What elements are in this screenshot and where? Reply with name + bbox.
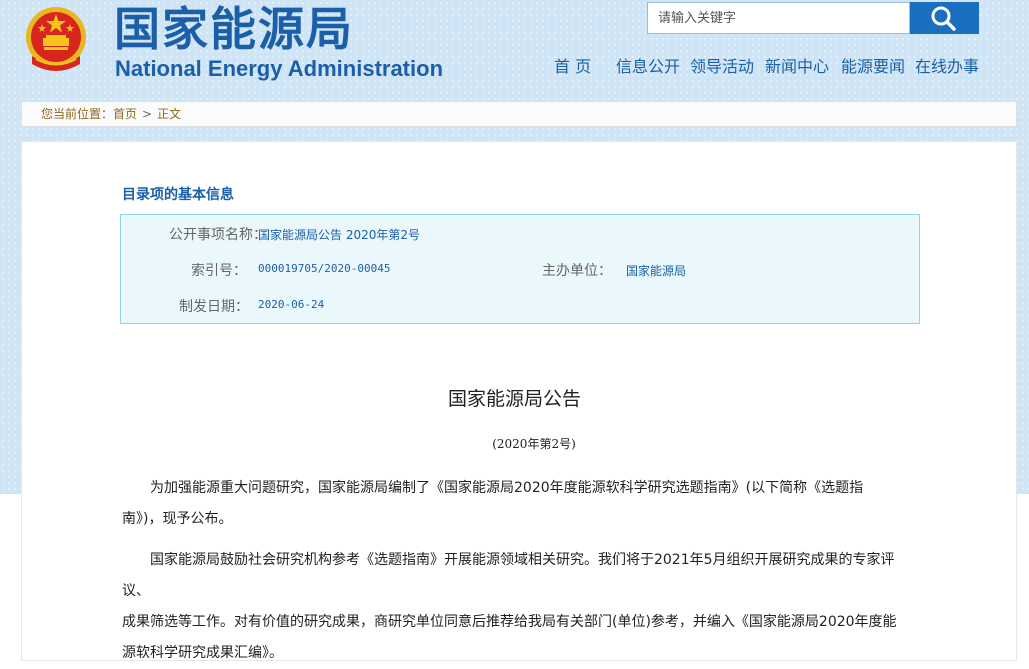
paragraph-2-line-3: 源软科学研究成果汇编》。 xyxy=(122,645,283,661)
nav-item-info-disclosure[interactable]: 信息公开 xyxy=(616,56,680,78)
search-button[interactable] xyxy=(910,2,979,34)
paragraph-1-line-1: 为加强能源重大问题研究，国家能源局编制了《国家能源局2020年度能源软科学研究选… xyxy=(150,480,864,496)
article-paragraph-1: 为加强能源重大问题研究，国家能源局编制了《国家能源局2020年度能源软科学研究选… xyxy=(122,473,912,535)
catalog-info-box: 公开事项名称： 国家能源局公告 2020年第2号 索引号： 000019705/… xyxy=(120,214,920,324)
national-emblem-icon xyxy=(22,4,90,76)
paragraph-1-line-2: 南》)，现予公布。 xyxy=(122,511,233,527)
article-paragraph-2: 国家能源局鼓励社会研究机构参考《选题指南》开展能源领域相关研究。我们将于2021… xyxy=(122,545,912,669)
catalog-date-label: 制发日期： xyxy=(179,299,249,315)
nav-item-online-services[interactable]: 在线办事 xyxy=(915,56,979,78)
article-subtitle: (2020年第2号) xyxy=(492,437,576,451)
search-input[interactable] xyxy=(647,2,910,34)
breadcrumb-home-link[interactable]: 首页 xyxy=(113,107,137,121)
catalog-unit-label: 主办单位： xyxy=(542,263,612,279)
nav-item-energy-news[interactable]: 能源要闻 xyxy=(841,56,905,78)
catalog-name-label: 公开事项名称： xyxy=(169,227,267,243)
paragraph-2-line-2: 成果筛选等工作。对有价值的研究成果，商研究单位同意后推荐给我局有关部门(单位)参… xyxy=(122,614,897,630)
catalog-index-value: 000019705/2020-00045 xyxy=(258,262,391,275)
article-title: 国家能源局公告 xyxy=(447,388,581,410)
nav-item-home[interactable]: 首 页 xyxy=(554,56,591,78)
catalog-unit-value: 国家能源局 xyxy=(626,264,687,278)
catalog-name-value: 国家能源局公告 2020年第2号 xyxy=(258,228,420,242)
site-title-cn[interactable]: 国家能源局 xyxy=(114,2,354,56)
catalog-title: 目录项的基本信息 xyxy=(122,187,234,203)
breadcrumb: 您当前位置：首页 > 正文 xyxy=(21,101,1017,127)
nav-item-leadership[interactable]: 领导活动 xyxy=(690,56,754,78)
nav-item-news[interactable]: 新闻中心 xyxy=(765,56,829,78)
catalog-index-label: 索引号： xyxy=(191,263,247,279)
breadcrumb-current: 正文 xyxy=(157,107,182,121)
catalog-date-value: 2020-06-24 xyxy=(258,298,325,311)
site-title-en[interactable]: National Energy Administration xyxy=(115,55,443,83)
search-icon xyxy=(931,6,956,31)
breadcrumb-prefix: 您当前位置： xyxy=(41,107,114,121)
breadcrumb-separator: > xyxy=(142,107,153,121)
paragraph-2-line-1: 国家能源局鼓励社会研究机构参考《选题指南》开展能源领域相关研究。我们将于2021… xyxy=(122,552,895,599)
